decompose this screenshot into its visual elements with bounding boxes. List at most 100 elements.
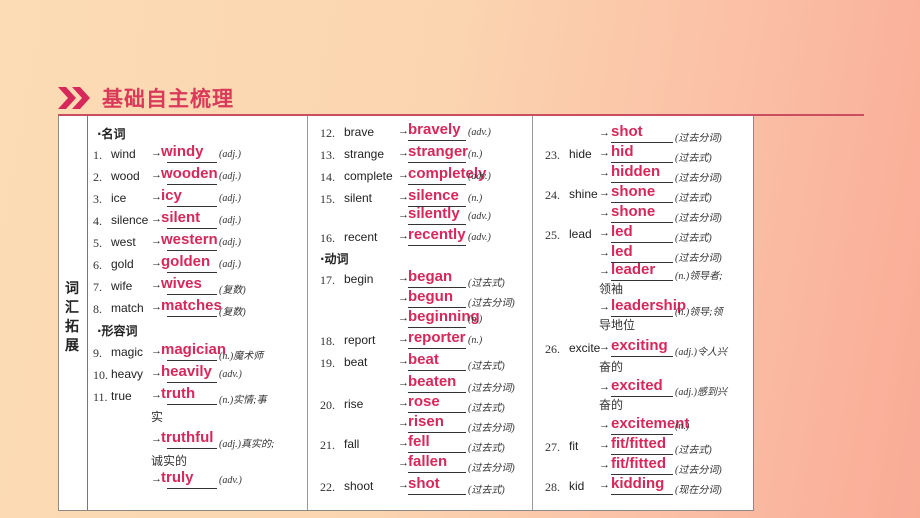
arrow-icon: → [599, 381, 610, 393]
meaning-continuation: 奋的 [599, 360, 624, 374]
part-of-speech: (n.) [468, 149, 483, 160]
answer-word: windy [161, 143, 204, 160]
answer-underline [167, 294, 217, 295]
part-of-speech: (adv.) [219, 369, 242, 380]
vocab-row: 20. rise → rose (过去式) [308, 394, 533, 415]
vocab-row: 22. shoot → shot (过去式) [308, 476, 533, 497]
part-of-speech: (过去分词) [468, 423, 515, 434]
vocab-row: → shone (过去分词) [533, 204, 754, 225]
vocab-row: 3. ice → icy (adj.) [87, 188, 307, 208]
vocab-row: → truthful (adj.)真实的; [87, 429, 307, 451]
answer-word: exciting [611, 337, 668, 354]
answer-underline [167, 360, 217, 361]
section-adjective: ·形容词 [97, 324, 138, 338]
answer-underline [408, 370, 466, 371]
section-title: 基础自主梳理 [102, 87, 234, 111]
part-of-speech: (过去分词) [468, 383, 515, 394]
answer-word: silently [408, 205, 460, 222]
part-of-speech: (adv.) [468, 211, 491, 222]
meaning-continuation: 实 [151, 410, 164, 424]
answer-word: hid [611, 143, 634, 160]
answer-word: heavily [161, 363, 212, 380]
base-word: report [344, 333, 376, 347]
vocab-row: 27. fit → fit/fitted (过去式) [533, 436, 754, 457]
answer-underline [408, 224, 466, 225]
part-of-speech: (过去分词) [675, 173, 722, 184]
base-word: magic [111, 345, 144, 359]
vocab-row: → leadership (n.)领导;领 [533, 298, 754, 319]
section-header: 基础自主梳理 [58, 84, 234, 112]
item-number: 2. [93, 170, 102, 184]
base-word: shoot [344, 479, 374, 493]
answer-word: hidden [611, 163, 661, 180]
part-of-speech: (adv.) [468, 232, 491, 243]
answer-underline [611, 356, 673, 357]
answer-word: magician [161, 341, 227, 358]
answer-word: fell [408, 433, 430, 450]
part-of-speech: (复数) [219, 285, 246, 296]
answer-word: shone [611, 183, 656, 200]
base-word: heavy [111, 367, 144, 381]
vocab-row: 5. west → western (adj.) [87, 232, 307, 252]
part-of-speech: (过去式) [675, 153, 712, 164]
base-word: match [111, 301, 144, 315]
base-word: wind [111, 147, 136, 161]
part-of-speech: (n.)领导;领 [675, 307, 723, 318]
answer-word: matches [161, 297, 222, 314]
side-label-cell: 词汇拓展 [59, 116, 88, 510]
part-of-speech: (adj.) [219, 193, 241, 204]
item-number: 14. [320, 170, 335, 184]
base-word: true [111, 389, 132, 403]
base-word: silent [344, 191, 373, 205]
meaning-continuation: 领袖 [599, 282, 624, 296]
item-number: 17. [320, 273, 335, 287]
answer-underline [408, 327, 466, 328]
vocab-row: 23. hide → hid (过去式) [533, 143, 754, 165]
answer-word: golden [161, 253, 211, 270]
vocab-row: 21. fall → fell (过去式) [308, 433, 533, 455]
answer-underline [167, 488, 217, 489]
part-of-speech: (adv.) [468, 127, 491, 138]
item-number: 21. [320, 438, 335, 452]
answer-word: stranger [408, 143, 469, 160]
meaning-continuation: 诚实的 [151, 454, 188, 468]
arrow-icon: → [599, 187, 610, 199]
arrow-icon: → [599, 301, 610, 313]
vocab-row: → excited (adj.)感到兴 [533, 378, 754, 399]
answer-word: recently [408, 226, 466, 243]
double-chevron-right-icon [58, 87, 92, 109]
part-of-speech: (过去式) [468, 403, 505, 414]
answer-underline [408, 245, 466, 246]
part-of-speech: (过去式) [468, 278, 505, 289]
part-of-speech: (n.) [675, 421, 690, 432]
part-of-speech: (n.) [468, 314, 483, 325]
part-of-speech: (过去分词) [468, 298, 515, 309]
arrow-icon: → [599, 247, 610, 259]
answer-underline [611, 494, 673, 495]
base-word: wife [111, 279, 133, 293]
base-word: silence [111, 213, 149, 227]
item-number: 4. [93, 214, 102, 228]
base-word: gold [111, 257, 134, 271]
vocab-row: 19. beat → beat (过去式) [308, 352, 533, 373]
column-2: ·动词 12. brave → bravely (adv.) 13. strange → str… [307, 116, 533, 510]
answer-underline [408, 348, 466, 349]
arrow-icon: → [599, 341, 610, 353]
answer-underline [167, 404, 217, 405]
part-of-speech: (过去式) [468, 361, 505, 372]
part-of-speech: (n.)魔术师 [219, 351, 264, 362]
answer-word: beaten [408, 373, 457, 390]
base-word: fit [569, 439, 579, 453]
item-number: 5. [93, 236, 102, 250]
arrow-icon: → [599, 459, 610, 471]
answer-word: truthful [161, 429, 214, 446]
part-of-speech: (过去式) [675, 233, 712, 244]
answer-word: fit/fitted [611, 455, 666, 472]
item-number: 26. [545, 342, 560, 356]
vocab-row: 13. strange → stranger (n.) [308, 144, 533, 164]
arrow-icon: → [599, 419, 610, 431]
answer-underline [167, 382, 217, 383]
vocab-row: 24. shine → shone (过去式) [533, 183, 754, 205]
base-word: strange [344, 147, 385, 161]
base-word: begin [344, 272, 374, 286]
